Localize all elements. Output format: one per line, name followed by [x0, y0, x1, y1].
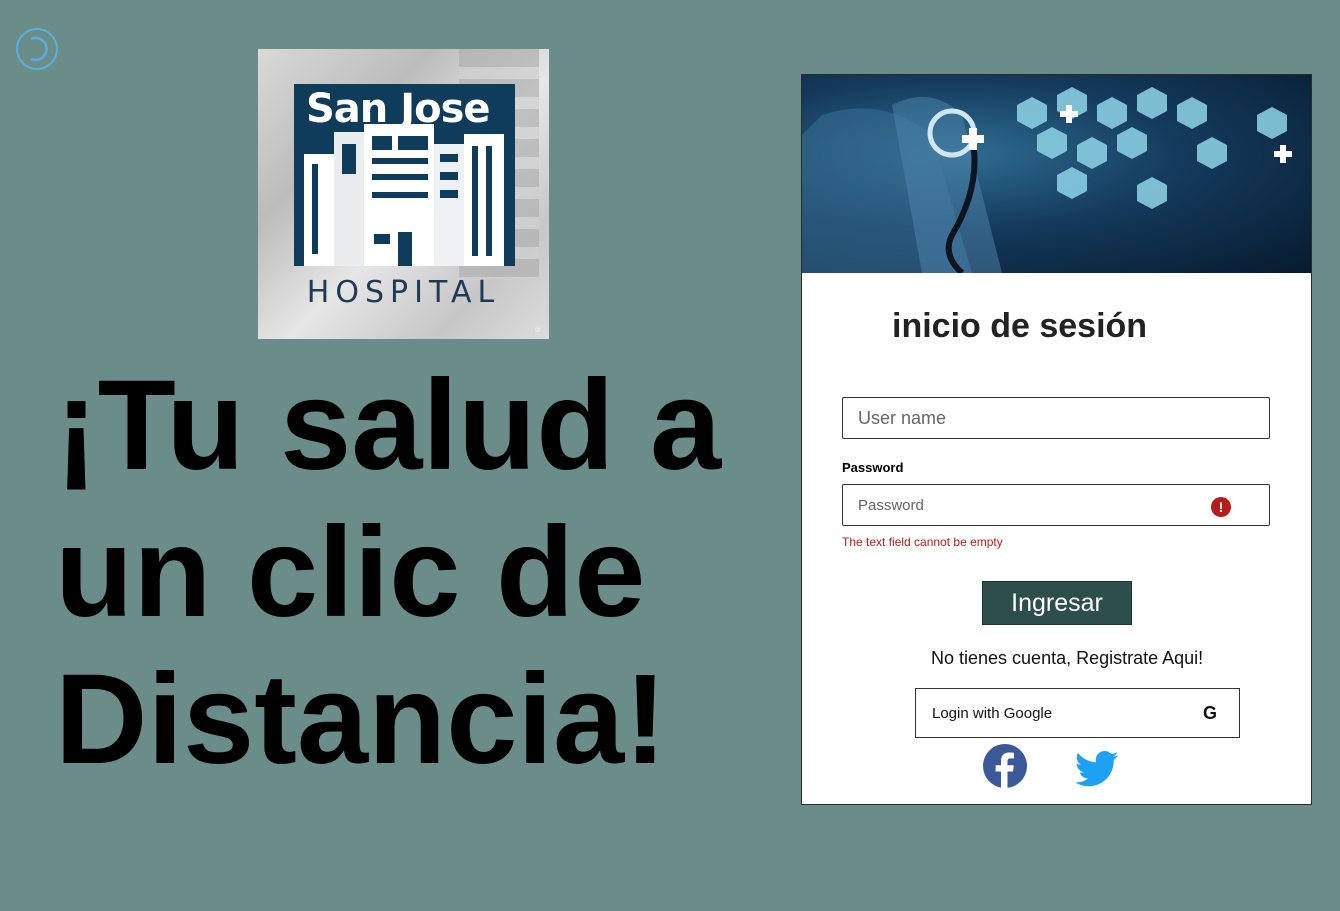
username-field-wrapper — [842, 397, 1270, 439]
login-title: inicio de sesión — [892, 307, 1148, 345]
password-error-message: The text field cannot be empty — [842, 535, 1003, 549]
password-field-wrapper: ! — [842, 484, 1270, 526]
twitter-icon[interactable] — [1075, 747, 1119, 791]
headline-line-2: un clic de — [55, 501, 646, 644]
logo-brand-text: San Jose — [306, 86, 491, 132]
facebook-icon[interactable] — [982, 743, 1028, 789]
login-card: inicio de sesión Password ! The text fie… — [801, 74, 1312, 805]
hospital-logo: San Jose HOSPITAL ◎ — [258, 49, 549, 339]
error-alert-icon: ! — [1211, 497, 1231, 517]
refresh-icon[interactable] — [16, 26, 58, 72]
logo-panel: San Jose — [294, 84, 515, 266]
password-label: Password — [842, 460, 904, 475]
username-input[interactable] — [843, 398, 1269, 438]
logo-subtitle: HOSPITAL — [306, 275, 501, 310]
hero-headline: ¡Tu salud a un clic de Distancia! — [55, 352, 775, 793]
logo-watermark-mark: ◎ — [534, 326, 541, 333]
login-submit-button[interactable]: Ingresar — [982, 581, 1132, 625]
headline-line-3: Distancia! — [55, 648, 667, 791]
headline-line-1: ¡Tu salud a — [55, 354, 722, 497]
google-login-label: Login with Google — [932, 705, 1053, 722]
google-icon: G — [1202, 703, 1217, 723]
register-link[interactable]: No tienes cuenta, Registrate Aqui! — [931, 648, 1203, 669]
password-input[interactable] — [843, 485, 1269, 525]
google-login-button[interactable]: Login with Google G — [915, 688, 1240, 738]
medical-banner-illustration — [802, 87, 1292, 273]
medical-banner-image — [802, 75, 1311, 273]
